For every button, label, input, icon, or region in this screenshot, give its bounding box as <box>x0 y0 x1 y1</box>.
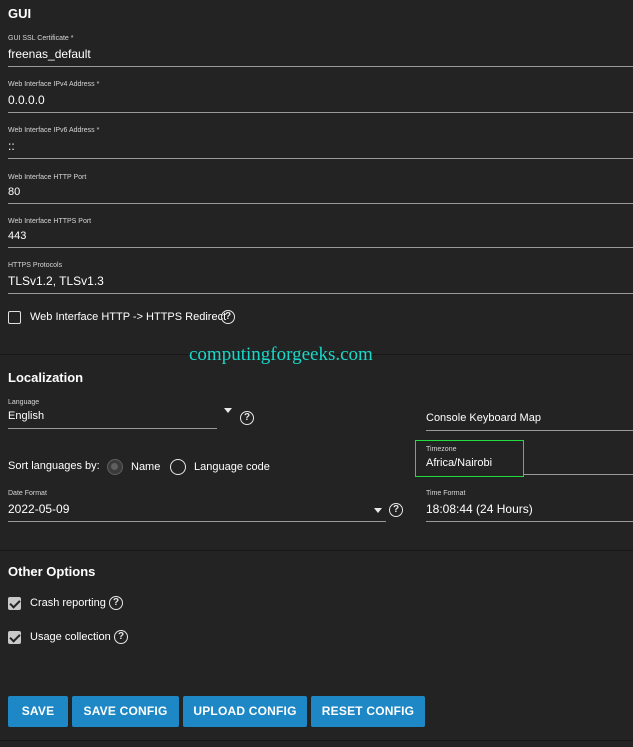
reset-config-button[interactable]: RESET CONFIG <box>311 696 425 727</box>
help-icon[interactable]: ? <box>240 411 254 425</box>
field-underline <box>8 521 386 522</box>
field-underline <box>8 247 633 248</box>
field-underline <box>8 428 217 429</box>
https-port-field[interactable]: Web Interface HTTPS Port 443 <box>8 218 633 242</box>
usage-collection-checkbox[interactable] <box>8 631 21 644</box>
gui-section-title: GUI <box>8 6 32 21</box>
help-icon[interactable]: ? <box>389 503 403 517</box>
field-value: 0.0.0.0 <box>8 93 45 107</box>
save-button[interactable]: SAVE <box>8 696 68 727</box>
field-underline <box>8 158 633 159</box>
watermark: computingforgeeks.com <box>189 344 373 365</box>
gui-ssl-certificate-field[interactable]: GUI SSL Certificate * freenas_default <box>8 35 633 61</box>
field-value: TLSv1.2, TLSv1.3 <box>8 274 104 288</box>
redirect-label: Web Interface HTTP -> HTTPS Redirect <box>30 311 227 323</box>
upload-config-button[interactable]: UPLOAD CONFIG <box>183 696 307 727</box>
field-underline <box>8 293 633 294</box>
ipv4-address-field[interactable]: Web Interface IPv4 Address * 0.0.0.0 <box>8 81 633 107</box>
other-options-section-title: Other Options <box>8 564 96 579</box>
field-underline <box>8 112 633 113</box>
chevron-down-icon[interactable] <box>224 408 232 413</box>
field-label: GUI SSL Certificate * <box>8 35 74 42</box>
ipv6-address-field[interactable]: Web Interface IPv6 Address * :: <box>8 127 633 153</box>
field-underline <box>8 66 633 67</box>
field-label: Web Interface HTTP Port <box>8 174 87 181</box>
field-label: Web Interface IPv4 Address * <box>8 81 100 88</box>
section-divider <box>0 550 633 551</box>
crash-reporting-label: Crash reporting <box>30 597 106 609</box>
http-port-field[interactable]: Web Interface HTTP Port 80 <box>8 174 633 198</box>
sort-by-name-radio[interactable] <box>107 459 123 475</box>
date-format-select[interactable]: Date Format 2022-05-09 <box>8 490 386 516</box>
console-keyboard-map-select[interactable]: Console Keyboard Map <box>426 412 541 424</box>
usage-collection-label: Usage collection <box>30 631 111 643</box>
field-value: 80 <box>8 186 21 198</box>
time-format-select[interactable]: Time Format 18:08:44 (24 Hours) <box>426 490 633 516</box>
field-label: Timezone <box>426 446 457 453</box>
field-value: freenas_default <box>8 47 91 61</box>
field-value: English <box>8 410 45 422</box>
field-underline <box>426 521 633 522</box>
help-icon[interactable]: ? <box>114 630 128 644</box>
timezone-select[interactable]: Timezone Africa/Nairobi <box>426 446 633 469</box>
save-config-button[interactable]: SAVE CONFIG <box>72 696 179 727</box>
chevron-down-icon[interactable] <box>374 508 382 513</box>
field-label: Web Interface HTTPS Port <box>8 218 92 225</box>
redirect-checkbox[interactable] <box>8 311 21 324</box>
field-underline <box>524 474 633 475</box>
sort-by-language-code-label: Language code <box>194 461 270 473</box>
section-divider <box>0 740 633 741</box>
field-label: HTTPS Protocols <box>8 262 63 269</box>
help-icon[interactable]: ? <box>221 310 235 324</box>
sort-languages-label: Sort languages by: <box>8 460 100 472</box>
https-protocols-select[interactable]: HTTPS Protocols TLSv1.2, TLSv1.3 <box>8 262 633 288</box>
field-value: Africa/Nairobi <box>426 457 493 469</box>
field-value: 18:08:44 (24 Hours) <box>426 502 533 516</box>
sort-by-name-label: Name <box>131 461 161 473</box>
localization-section-title: Localization <box>8 370 84 385</box>
field-label: Time Format <box>426 490 466 497</box>
field-underline <box>8 203 633 204</box>
sort-by-language-code-radio[interactable] <box>170 459 186 475</box>
field-label: Date Format <box>8 490 47 497</box>
language-select[interactable]: Language English <box>8 399 217 422</box>
help-icon[interactable]: ? <box>109 596 123 610</box>
field-value: 2022-05-09 <box>8 502 70 516</box>
field-label: Web Interface IPv6 Address * <box>8 127 100 134</box>
field-value: 443 <box>8 230 27 242</box>
field-underline <box>426 430 633 431</box>
field-value: :: <box>8 139 15 153</box>
crash-reporting-checkbox[interactable] <box>8 597 21 610</box>
field-label: Language <box>8 399 40 406</box>
